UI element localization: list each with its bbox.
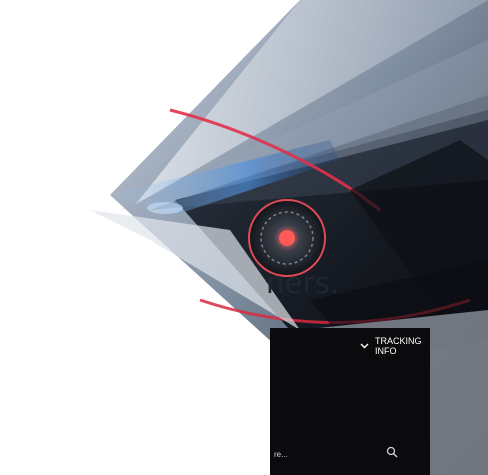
search-input[interactable] — [270, 444, 398, 464]
search-bar — [270, 440, 430, 468]
page-headline: ners. — [266, 266, 339, 300]
chevron-down-icon — [360, 343, 369, 349]
tracking-info-label: TRACKING INFO — [375, 336, 422, 356]
search-icon[interactable] — [386, 446, 398, 458]
tracking-widget: TRACKING INFO — [270, 328, 430, 475]
tracking-info-menu[interactable]: TRACKING INFO — [360, 336, 430, 356]
headline-text: ners. — [266, 266, 340, 300]
